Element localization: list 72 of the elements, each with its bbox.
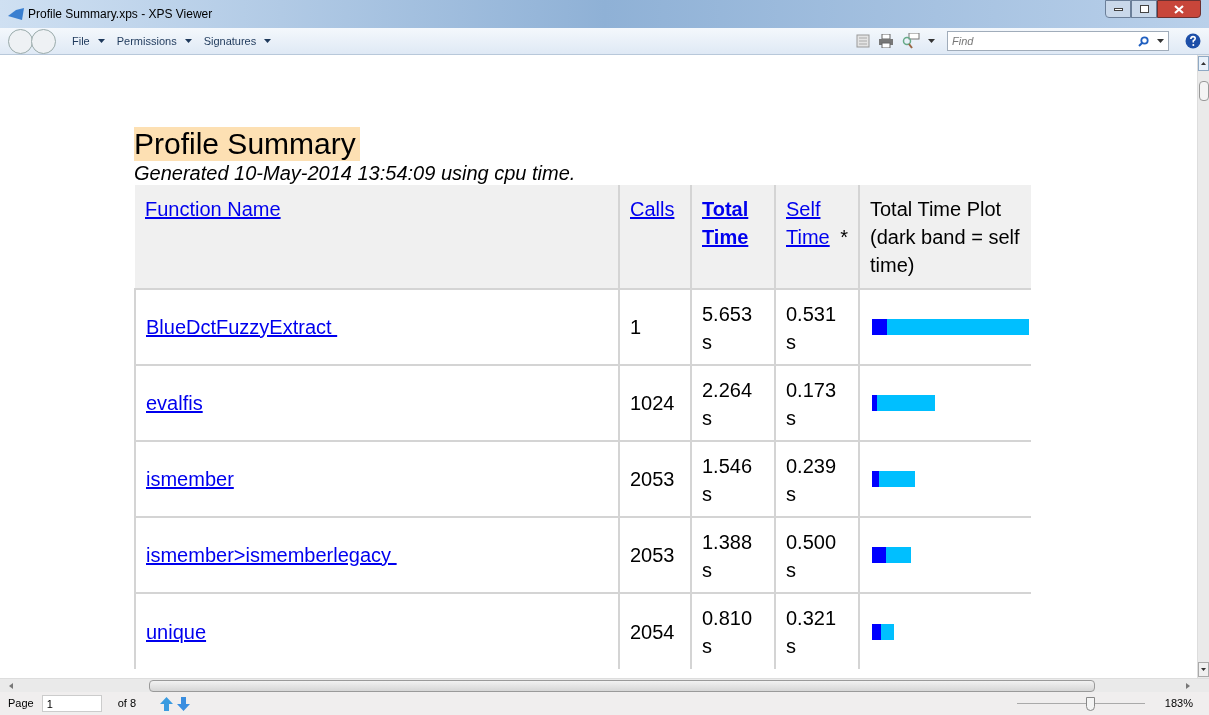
- table-cell: 0.173 s: [786, 379, 837, 429]
- table-cell: 2053: [630, 544, 675, 566]
- table-cell: 0.531 s: [786, 303, 837, 353]
- page-label: Page: [8, 696, 34, 712]
- minimize-button[interactable]: [1105, 0, 1131, 18]
- page-field[interactable]: 1: [41, 695, 102, 712]
- forward-button[interactable]: [31, 28, 56, 54]
- document-subtitle: Generated 10-May-2014 13:54:09 using cpu time.: [134, 161, 577, 185]
- function-link[interactable]: unique: [146, 620, 207, 643]
- self-time-band: [872, 471, 879, 487]
- table-cell: 1.546 s: [702, 455, 753, 505]
- caret-icon: [184, 39, 192, 43]
- table-cell: 0.500 s: [786, 531, 837, 581]
- table-cell: 2.264 s: [702, 379, 753, 429]
- close-button[interactable]: [1157, 0, 1201, 18]
- document-title: Profile Summary: [134, 127, 360, 161]
- column-sort-link[interactable]: Function Name: [145, 195, 281, 223]
- help-icon[interactable]: [1185, 33, 1201, 49]
- caret-icon[interactable]: [928, 39, 935, 43]
- restore-button[interactable]: [1131, 0, 1157, 18]
- table-cell: 1024: [630, 392, 675, 414]
- scroll-thumb[interactable]: [149, 679, 1095, 692]
- menu-button[interactable]: File: [72, 32, 105, 50]
- close-icon: [1174, 4, 1184, 14]
- vertical-scrollbar[interactable]: [1197, 55, 1209, 678]
- table-cell: 0.239 s: [786, 455, 837, 505]
- back-button[interactable]: [8, 28, 33, 54]
- table-cell: 2053: [630, 468, 675, 490]
- printer-icon[interactable]: [878, 34, 894, 48]
- menu-button[interactable]: Permissions: [116, 32, 192, 50]
- search-field[interactable]: Find: [947, 31, 1169, 51]
- column-sort-link[interactable]: Calls: [630, 195, 675, 223]
- table-cell: 2054: [630, 620, 675, 643]
- scroll-thumb[interactable]: [1198, 81, 1209, 101]
- function-link[interactable]: ismember: [146, 468, 234, 490]
- scroll-right-icon[interactable]: [1185, 682, 1191, 689]
- column-header: Total Time Plot (dark band = self time): [870, 198, 1020, 276]
- self-time-band: [872, 623, 881, 640]
- scroll-down-icon[interactable]: [1198, 662, 1209, 677]
- function-link[interactable]: BlueDctFuzzyExtract: [146, 316, 338, 338]
- table-cell: 0.810 s: [702, 607, 753, 657]
- self-time-band: [872, 547, 886, 563]
- find-field[interactable]: Find: [952, 32, 1138, 50]
- caret-icon: [264, 39, 272, 43]
- slider-thumb[interactable]: [1085, 696, 1095, 711]
- table-cell: 0.321 s: [786, 607, 837, 657]
- page-count: of 8: [117, 696, 137, 712]
- table-cell: 5.653 s: [702, 303, 753, 353]
- menu-button[interactable]: Signatures: [203, 32, 272, 50]
- minimize-icon: [1113, 7, 1123, 11]
- scroll-left-icon[interactable]: [8, 682, 14, 689]
- window-title: Profile Summary.xps - XPS Viewer: [28, 6, 213, 23]
- zoom-percent: 183%: [1164, 696, 1193, 712]
- restore-icon: [1139, 5, 1149, 13]
- zoom-icon[interactable]: [902, 33, 920, 49]
- horizontal-scrollbar[interactable]: [0, 678, 1209, 692]
- zoom-slider[interactable]: [1016, 696, 1145, 711]
- self-time-band: [872, 395, 877, 411]
- table-cell: 1.388 s: [702, 531, 753, 581]
- app-icon: [8, 8, 24, 20]
- caret-icon: [97, 39, 105, 43]
- table-cell: 1: [630, 316, 642, 338]
- footnote-mark: *: [840, 225, 848, 250]
- search-icon[interactable]: [1138, 35, 1149, 47]
- column-sort-link[interactable]: Self Time: [786, 195, 841, 251]
- function-link[interactable]: evalfis: [146, 392, 203, 414]
- function-link[interactable]: ismember>ismemberlegacy: [146, 544, 397, 566]
- arrow-up-icon[interactable]: [160, 696, 174, 711]
- caret-icon[interactable]: [1157, 39, 1164, 43]
- self-time-band: [872, 319, 887, 335]
- scroll-up-icon[interactable]: [1198, 56, 1209, 71]
- arrow-down-icon[interactable]: [177, 696, 191, 711]
